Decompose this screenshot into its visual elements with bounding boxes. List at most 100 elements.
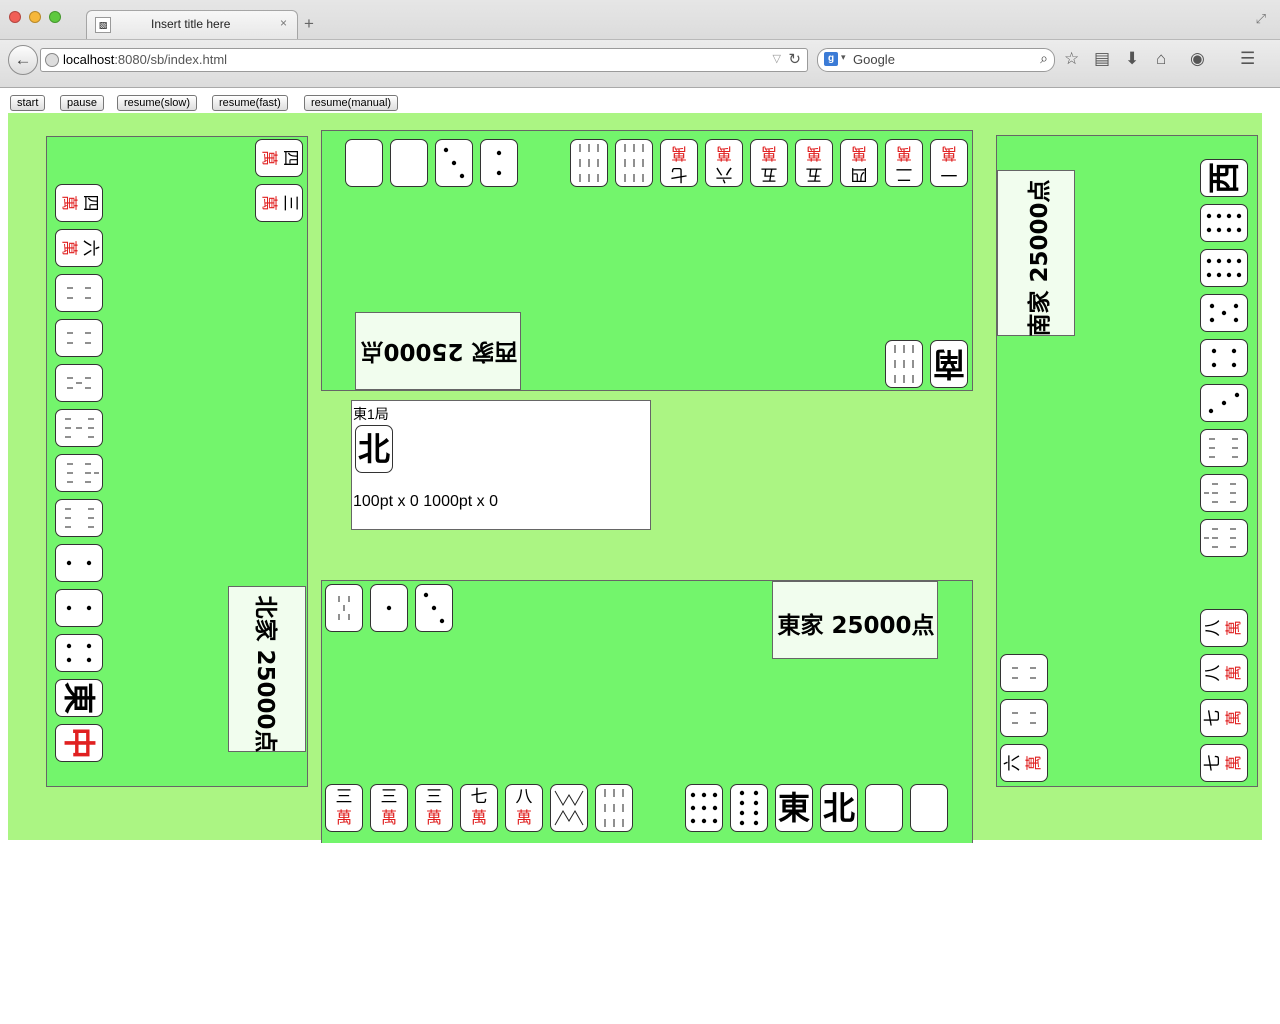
tile-face [1201,385,1247,421]
east-discard-tile [370,584,408,632]
tile-face: 一萬 [940,144,958,184]
tile-face [56,635,102,671]
tile-face: 東 [60,681,98,714]
north-hand-tile: 四萬 [55,184,103,222]
south-hand-tile [1200,474,1248,512]
tile-face: 七萬 [470,787,488,828]
tile-face [56,320,102,356]
west-hand-tile: 五萬 [795,139,833,187]
east-discard-tile [325,584,363,632]
tile-face: 八萬 [1203,619,1243,637]
tile-face [56,410,102,446]
south-discard-tile [1000,654,1048,692]
resume-manual-button[interactable]: resume(manual) [304,95,399,111]
east-hand-tile: 三萬 [415,784,453,832]
search-bar[interactable]: g ▾ Google ⌕ [817,48,1055,72]
resume-slow-button[interactable]: resume(slow) [117,95,198,111]
north-hand-tile [55,454,103,492]
north-hand-tile [55,589,103,627]
north-meld-tile: 三萬 [255,184,303,222]
east-score: 東家 25000点 [777,613,935,639]
west-hand-tile [615,139,653,187]
south-discard-tile [1000,699,1048,737]
back-arrow-icon[interactable]: ← [8,45,38,75]
tile-face: 七萬 [1203,754,1243,772]
west-meld-tile: 南 [930,340,968,388]
tile-face: 四萬 [60,194,100,212]
south-score-box: 南家 25000点 [997,170,1075,337]
round-info-panel: 東1局 北 100pt x 0 1000pt x 0 [351,400,651,530]
tile-face [371,585,407,631]
url-bar[interactable]: localhost:8080/sb/index.html ▽ ↻ [40,48,808,72]
reader-icon[interactable]: ▤ [1094,49,1110,69]
tile-face: 三萬 [260,194,300,212]
south-meld-tile: 七萬 [1200,699,1248,737]
tab-active[interactable]: ▧ Insert title here × [86,10,298,39]
north-hand-tile: 東 [55,679,103,717]
search-icon[interactable]: ⌕ [1040,50,1048,67]
url-host: localhost [63,52,115,67]
west-discard-tile [480,139,518,187]
tile-face: 東 [777,789,810,827]
west-score: 西家 25000点 [360,338,518,364]
reload-icon[interactable]: ↻ [788,50,801,68]
west-score-box: 西家 25000点 [355,312,521,390]
south-hand-tile [1200,429,1248,467]
tile-face [1201,475,1247,511]
tile-face [886,341,922,387]
tile-face: 二萬 [895,144,913,184]
tile-face [416,585,452,631]
menu-icon[interactable]: ☰ [1240,49,1255,69]
tile-face: 三萬 [380,787,398,828]
tile-face [56,365,102,401]
tile-face [616,140,652,186]
minimize-window-button[interactable] [29,11,41,23]
south-hand-tile: 西 [1200,159,1248,197]
tile-face [551,785,587,831]
google-logo-icon[interactable]: g [824,52,838,66]
riichi-sticks: 100pt x 0 1000pt x 0 [353,493,498,510]
west-discard-tile [345,139,383,187]
tile-face: 四萬 [260,149,300,167]
close-window-button[interactable] [9,11,21,23]
tile-face: 南 [933,345,966,383]
resume-fast-button[interactable]: resume(fast) [212,95,288,111]
sync-icon[interactable]: ◉ [1190,49,1205,69]
zoom-window-button[interactable] [49,11,61,23]
north-hand-tile [55,364,103,402]
north-hand-tile [55,499,103,537]
tile-face [1201,295,1247,331]
url-history-dropdown-icon[interactable]: ▽ [773,52,781,65]
start-button[interactable]: start [10,95,46,111]
west-hand-tile: 七萬 [660,139,698,187]
tile-face: 四萬 [850,144,868,184]
west-hand-tile [570,139,608,187]
east-hand-tile [595,784,633,832]
home-icon[interactable]: ⌂ [1156,49,1166,69]
north-hand-tile [55,544,103,582]
download-icon[interactable]: ⬇ [1125,49,1139,69]
tile-face [391,140,427,186]
north-hand-tile [55,409,103,447]
tile-face [731,785,767,831]
south-meld-tile: 七萬 [1200,744,1248,782]
tab-close-icon[interactable]: × [280,16,287,30]
east-hand-tile [865,784,903,832]
pause-button[interactable]: pause [60,95,104,111]
new-tab-button[interactable]: + [304,15,314,32]
east-hand-tile: 東 [775,784,813,832]
tab-title: Insert title here [151,17,231,31]
east-hand-tile: 三萬 [325,784,363,832]
north-score: 北家 25000点 [252,595,278,753]
tile-face [56,500,102,536]
fullscreen-icon[interactable]: ⤢ [1256,11,1266,27]
tile-face [436,140,472,186]
round-label: 東1局 [353,406,389,422]
star-icon[interactable]: ☆ [1064,49,1079,69]
west-meld-tile [885,340,923,388]
west-hand-tile: 五萬 [750,139,788,187]
dora-indicator-tile: 北 [355,425,393,473]
tile-face: 中 [60,726,98,759]
south-discard-tile: 六萬 [1000,744,1048,782]
engine-dropdown-icon[interactable]: ▾ [841,52,846,63]
